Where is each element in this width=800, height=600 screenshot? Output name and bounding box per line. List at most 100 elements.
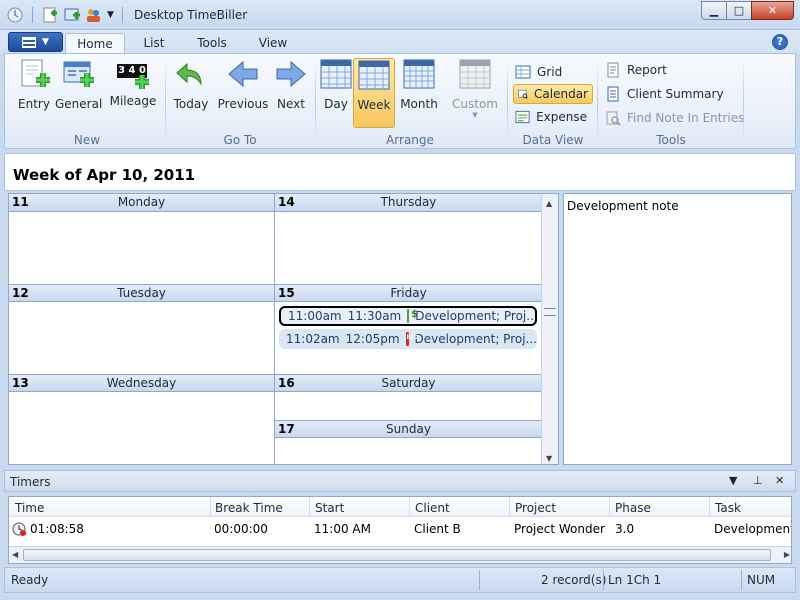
timer-running-icon: [12, 522, 26, 536]
report-button[interactable]: Report: [601, 60, 721, 80]
column-header-project[interactable]: Project: [515, 501, 556, 515]
find-note-button[interactable]: Find Note In Entries: [601, 108, 751, 128]
cell-client: Client B: [414, 522, 461, 536]
new-entry-icon[interactable]: [41, 6, 59, 24]
panel-dropdown-icon[interactable]: ▼: [729, 474, 737, 487]
tab-home[interactable]: Home: [65, 33, 125, 54]
column-header-phase[interactable]: Phase: [615, 501, 651, 515]
general-button[interactable]: General: [55, 58, 102, 128]
chevron-down-icon: ▼: [42, 37, 49, 47]
new-general-large-icon: [63, 61, 94, 87]
day-cell-friday[interactable]: 15 Friday 11:00am 11:30am $ Development;…: [275, 284, 542, 375]
calendar-month-icon: [403, 59, 435, 89]
day-name: Friday: [390, 286, 427, 300]
status-position: Ln 1Ch 1: [608, 573, 662, 587]
group-label-new: New: [73, 133, 101, 147]
scroll-left-icon[interactable]: ◀: [12, 550, 18, 559]
day-view-button[interactable]: Day: [317, 58, 355, 128]
tab-view[interactable]: View: [252, 33, 294, 54]
scroll-down-icon[interactable]: ▼: [546, 454, 552, 463]
app-menu-icon: [22, 36, 37, 48]
help-icon[interactable]: ?: [772, 34, 788, 50]
timers-grid: Time Break Time Start Client Project Pha…: [8, 496, 792, 564]
day-cell-thursday[interactable]: 14 Thursday: [275, 194, 542, 285]
mileage-button[interactable]: 3 4 0 Mileage: [105, 58, 161, 128]
cell-project: Project Wonder: [514, 522, 605, 536]
tab-list[interactable]: List: [136, 33, 172, 54]
qat-dropdown-icon[interactable]: ▼: [107, 10, 114, 20]
calendar-vertical-scrollbar[interactable]: ▲ ▼: [541, 194, 558, 464]
timers-panel-header: Timers ▼ ⊥ ✕: [4, 470, 796, 492]
scroll-grip-icon[interactable]: [544, 308, 556, 316]
cell-task: Development: [714, 522, 792, 536]
entry-button[interactable]: Entry: [13, 58, 55, 128]
next-button[interactable]: Next: [271, 58, 311, 128]
client-users-icon[interactable]: [85, 6, 103, 24]
week-calendar: 11 Monday 12 Tuesday 13 Wednesday 14 Thu…: [8, 193, 559, 465]
stop-icon: BID: [405, 332, 418, 346]
appointment-text: Development; Proj...: [415, 309, 537, 323]
next-arrow-icon: [276, 60, 306, 88]
timers-title: Timers: [10, 475, 51, 489]
scroll-up-icon[interactable]: ▲: [546, 199, 552, 208]
column-header-break-time[interactable]: Break Time: [215, 501, 283, 515]
quick-access-toolbar: ▼: [6, 6, 127, 24]
app-clock-icon[interactable]: [6, 6, 24, 24]
today-button[interactable]: Today: [169, 58, 213, 128]
day-name: Saturday: [381, 376, 436, 390]
week-view-button[interactable]: Week: [353, 58, 395, 128]
client-summary-button[interactable]: Client Summary: [601, 84, 731, 104]
pin-icon[interactable]: ⊥: [753, 474, 763, 487]
stop-icon-text: BID: [406, 334, 419, 341]
day-header: 13 Wednesday: [9, 374, 274, 392]
column-header-client[interactable]: Client: [415, 501, 450, 515]
day-cell-wednesday[interactable]: 13 Wednesday: [9, 374, 275, 464]
column-header-start[interactable]: Start: [315, 501, 344, 515]
appointment-item[interactable]: 11:02am 12:05pm BID Development; Proj...: [279, 329, 537, 349]
minimize-button[interactable]: ▁: [701, 1, 727, 20]
column-header-time[interactable]: Time: [15, 501, 44, 515]
week-label: Week: [357, 98, 391, 112]
day-cell-tuesday[interactable]: 12 Tuesday: [9, 284, 275, 375]
timers-horizontal-scrollbar[interactable]: ◀ ▶: [9, 546, 791, 563]
day-cell-monday[interactable]: 11 Monday: [9, 194, 275, 285]
status-records: 2 record(s): [541, 573, 607, 587]
group-label-arrange: Arrange: [386, 133, 434, 147]
panel-close-icon[interactable]: ✕: [775, 474, 784, 487]
report-icon: [607, 62, 619, 78]
day-cell-saturday[interactable]: 16 Saturday: [275, 374, 542, 420]
close-icon: ✕: [767, 4, 778, 17]
day-header: 12 Tuesday: [9, 284, 274, 302]
group-label-dataview: Data View: [522, 133, 584, 147]
today-label: Today: [173, 97, 209, 111]
ribbon: Entry General 3 4 0 Mileage New Today Pr…: [4, 53, 796, 149]
new-general-icon[interactable]: [63, 6, 81, 24]
expense-view-button[interactable]: Expense: [511, 107, 591, 127]
close-button[interactable]: ✕: [751, 1, 794, 20]
entry-label: Entry: [18, 97, 50, 111]
expense-label: Expense: [536, 110, 587, 124]
cell-phase: 3.0: [615, 522, 635, 536]
note-pane[interactable]: Development note: [563, 193, 792, 465]
scroll-right-icon[interactable]: ▶: [784, 550, 790, 559]
calendar-view-button[interactable]: Calendar: [513, 84, 593, 104]
month-view-button[interactable]: Month: [397, 58, 441, 128]
window-title: Desktop TimeBiller: [134, 8, 248, 22]
column-header-task[interactable]: Task: [715, 501, 741, 515]
previous-button[interactable]: Previous: [215, 58, 271, 128]
appointment-start: 11:02am: [286, 332, 340, 346]
grid-view-button[interactable]: Grid: [511, 62, 591, 82]
maximize-button[interactable]: □: [726, 1, 752, 20]
custom-view-button[interactable]: Custom ▼: [449, 58, 501, 128]
ribbon-tab-strip: ▼ Home List Tools View ?: [0, 30, 800, 54]
application-menu-button[interactable]: ▼: [8, 32, 63, 52]
appointment-item[interactable]: 11:00am 11:30am $ Development; Proj...: [279, 306, 537, 326]
day-name: Thursday: [380, 195, 437, 209]
grid-label: Grid: [537, 65, 563, 79]
tab-tools[interactable]: Tools: [190, 33, 234, 54]
calendar-search-icon: [518, 89, 528, 99]
money-icon: $: [407, 309, 418, 323]
cell-start: 11:00 AM: [314, 522, 371, 536]
scroll-thumb[interactable]: [23, 549, 771, 561]
day-cell-sunday[interactable]: 17 Sunday: [275, 420, 542, 464]
